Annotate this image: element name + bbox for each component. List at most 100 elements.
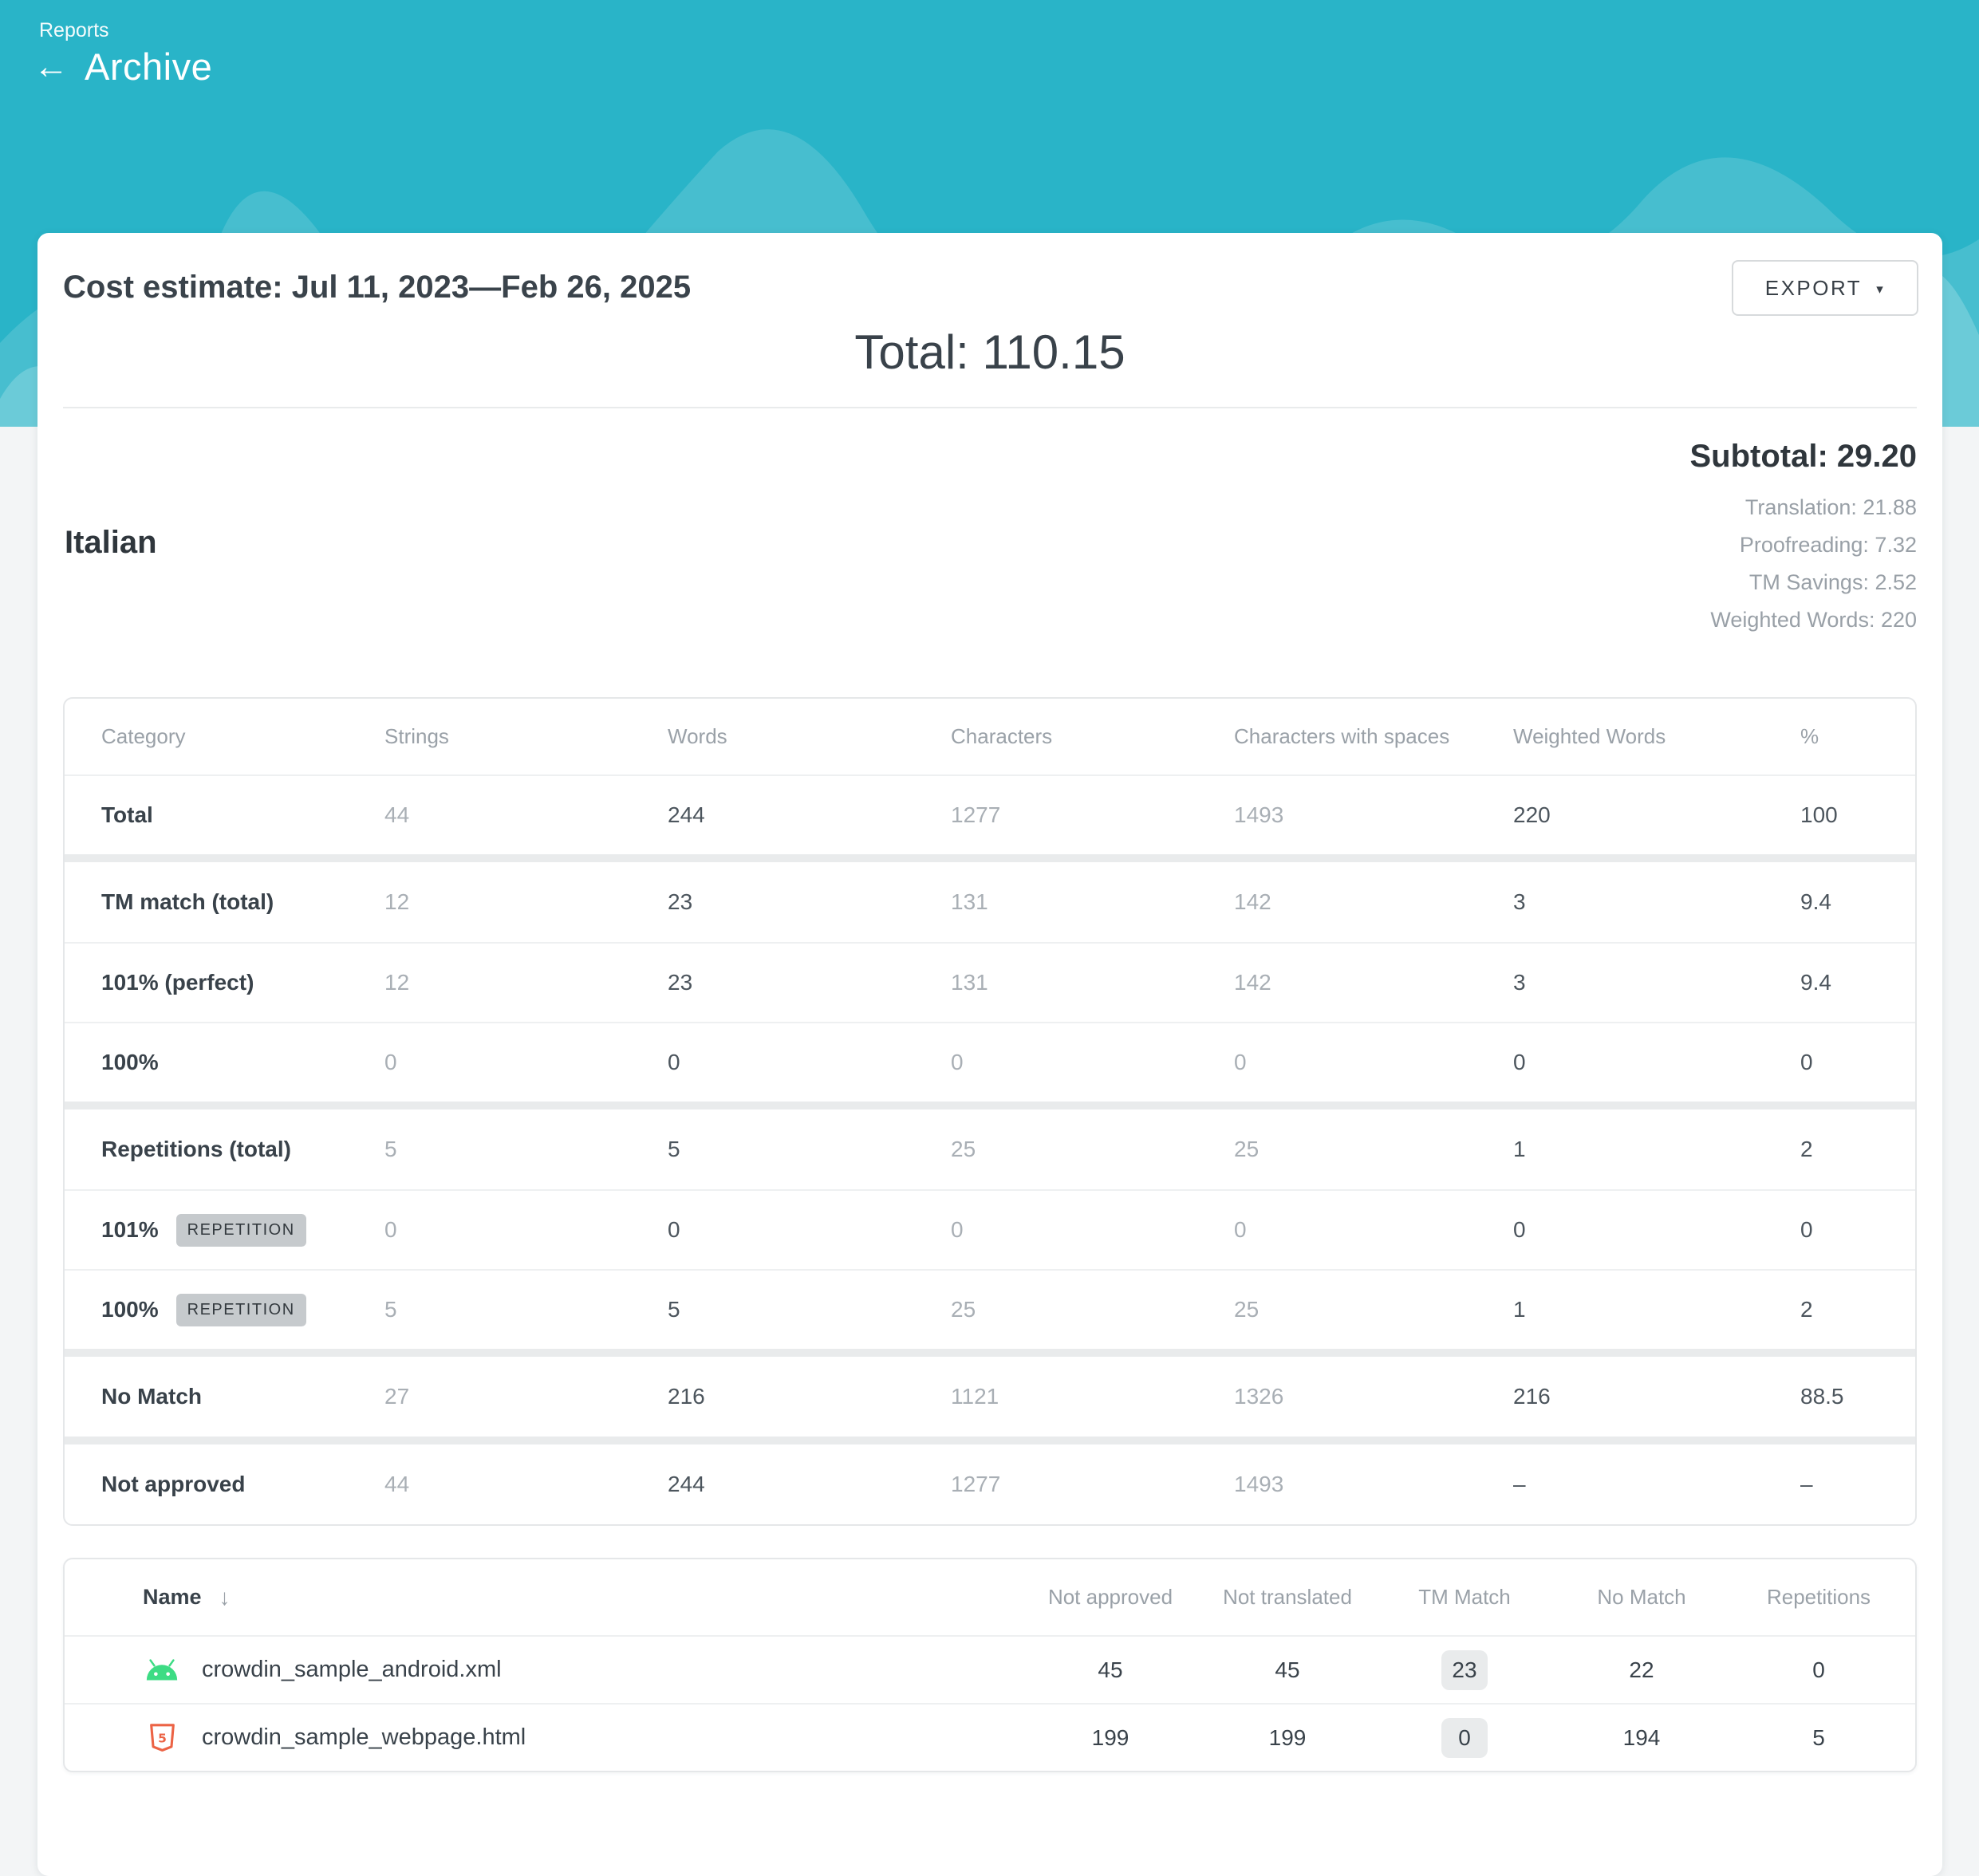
cell-value: 5 <box>384 1137 668 1162</box>
cell-value: 1 <box>1513 1297 1800 1322</box>
cell-value: 22 <box>1553 1657 1730 1683</box>
category-label: 101%REPETITION <box>101 1214 384 1247</box>
file-row[interactable]: 5 crowdin_sample_webpage.html19919901945 <box>65 1703 1915 1771</box>
column-header: Not approved <box>1022 1585 1199 1610</box>
column-header: Category <box>101 724 384 749</box>
name-column-header[interactable]: Name ↓ <box>143 1585 1022 1610</box>
category-label-text: Total <box>101 802 153 828</box>
column-header: Characters with spaces <box>1234 724 1513 749</box>
table-row: 101%REPETITION000000 <box>65 1189 1915 1269</box>
cell-value: 23 <box>668 970 951 995</box>
files-table: Name ↓Not approvedNot translatedTM Match… <box>63 1558 1917 1772</box>
cell-value: 1326 <box>1234 1384 1513 1409</box>
cell-value: 9.4 <box>1800 970 1878 995</box>
category-label: TM match (total) <box>101 889 384 915</box>
category-label-text: 100% <box>101 1297 159 1322</box>
name-header-label: Name <box>143 1585 202 1610</box>
category-label-text: Repetitions (total) <box>101 1137 291 1162</box>
cell-value: 5 <box>384 1297 668 1322</box>
cell-value: 199 <box>1199 1725 1376 1751</box>
breakdown-line: Weighted Words: 220 <box>1689 601 1917 639</box>
tm-match-badge: 23 <box>1441 1650 1488 1690</box>
cell-value: 5 <box>668 1297 951 1322</box>
cell-value: 5 <box>1730 1725 1907 1751</box>
cell-value: 25 <box>951 1137 1234 1162</box>
cell-value: 25 <box>951 1297 1234 1322</box>
sort-desc-icon[interactable]: ↓ <box>219 1585 231 1610</box>
export-button[interactable]: EXPORT ▾ <box>1732 260 1918 316</box>
cell-value: 44 <box>384 1472 668 1497</box>
cell-value: 220 <box>1513 802 1800 828</box>
table-row: 100%000000 <box>65 1022 1915 1102</box>
cell-value: 1277 <box>951 1472 1234 1497</box>
cell-value: 0 <box>1234 1050 1513 1075</box>
language-subtotal: Subtotal: 29.20 <box>1689 439 1917 475</box>
cell-value: 3 <box>1513 889 1800 915</box>
column-header: Not translated <box>1199 1585 1376 1610</box>
category-label: 101% (perfect) <box>101 970 384 995</box>
cell-value: 216 <box>1513 1384 1800 1409</box>
cell-value: 5 <box>668 1137 951 1162</box>
cell-value: 0 <box>1376 1718 1553 1758</box>
subtotal-block: Subtotal: 29.20 Translation: 21.88Proofr… <box>1689 439 1917 639</box>
table-row: Repetitions (total)55252512 <box>65 1109 1915 1189</box>
cell-value: 12 <box>384 889 668 915</box>
category-label: No Match <box>101 1384 384 1409</box>
chevron-down-icon: ▾ <box>1876 282 1885 296</box>
report-header: Cost estimate: Jul 11, 2023—Feb 26, 2025… <box>37 233 1942 407</box>
cell-value: 199 <box>1022 1725 1199 1751</box>
cell-value: 0 <box>951 1050 1234 1075</box>
category-label-text: 101% <box>101 1217 159 1243</box>
cell-value: 244 <box>668 1472 951 1497</box>
cell-value: 2 <box>1800 1137 1878 1162</box>
table-row: 100%REPETITION55252512 <box>65 1269 1915 1349</box>
cell-value: 131 <box>951 970 1234 995</box>
svg-text:5: 5 <box>158 1731 167 1745</box>
breakdown-line: TM Savings: 2.52 <box>1689 564 1917 601</box>
column-header: % <box>1800 724 1878 749</box>
cell-value: 45 <box>1199 1657 1376 1683</box>
report-total: Total: 110.15 <box>63 325 1917 380</box>
cell-value: 244 <box>668 802 951 828</box>
cell-value: 0 <box>668 1050 951 1075</box>
group-separator <box>65 1102 1915 1109</box>
category-label: Not approved <box>101 1472 384 1497</box>
android-icon <box>144 1657 180 1683</box>
group-separator <box>65 1349 1915 1357</box>
export-button-label: EXPORT <box>1765 276 1862 301</box>
category-label: Repetitions (total) <box>101 1137 384 1162</box>
cell-value: – <box>1513 1472 1800 1497</box>
language-name: Italian <box>65 525 157 561</box>
column-header: TM Match <box>1376 1585 1553 1610</box>
breadcrumb-reports[interactable]: Reports <box>39 19 109 42</box>
cell-value: 142 <box>1234 889 1513 915</box>
file-name: crowdin_sample_webpage.html <box>202 1724 526 1751</box>
table-row: TM match (total)122313114239.4 <box>65 862 1915 942</box>
cell-value: 0 <box>384 1217 668 1243</box>
cell-value: 0 <box>668 1217 951 1243</box>
cell-value: 27 <box>384 1384 668 1409</box>
cell-value: 25 <box>1234 1137 1513 1162</box>
cell-value: 3 <box>1513 970 1800 995</box>
cell-value: 1 <box>1513 1137 1800 1162</box>
cell-value: 0 <box>1730 1657 1907 1683</box>
cell-value: 0 <box>1513 1050 1800 1075</box>
report-card: Cost estimate: Jul 11, 2023—Feb 26, 2025… <box>37 233 1942 1876</box>
back-arrow-icon[interactable]: ← <box>34 49 69 85</box>
cell-value: 0 <box>1800 1217 1878 1243</box>
category-label-text: Not approved <box>101 1472 245 1497</box>
cell-value: 1277 <box>951 802 1234 828</box>
file-name: crowdin_sample_android.xml <box>202 1657 502 1683</box>
category-label: Total <box>101 802 384 828</box>
column-header: Repetitions <box>1730 1585 1907 1610</box>
cell-value: 1493 <box>1234 802 1513 828</box>
group-separator <box>65 1437 1915 1444</box>
file-row[interactable]: crowdin_sample_android.xml454523220 <box>65 1635 1915 1703</box>
cell-value: 1493 <box>1234 1472 1513 1497</box>
cell-value: 100 <box>1800 802 1878 828</box>
cell-value: 88.5 <box>1800 1384 1878 1409</box>
group-separator <box>65 854 1915 862</box>
category-label-text: 101% (perfect) <box>101 970 254 995</box>
cell-value: 23 <box>1376 1650 1553 1690</box>
category-label-text: TM match (total) <box>101 889 274 915</box>
